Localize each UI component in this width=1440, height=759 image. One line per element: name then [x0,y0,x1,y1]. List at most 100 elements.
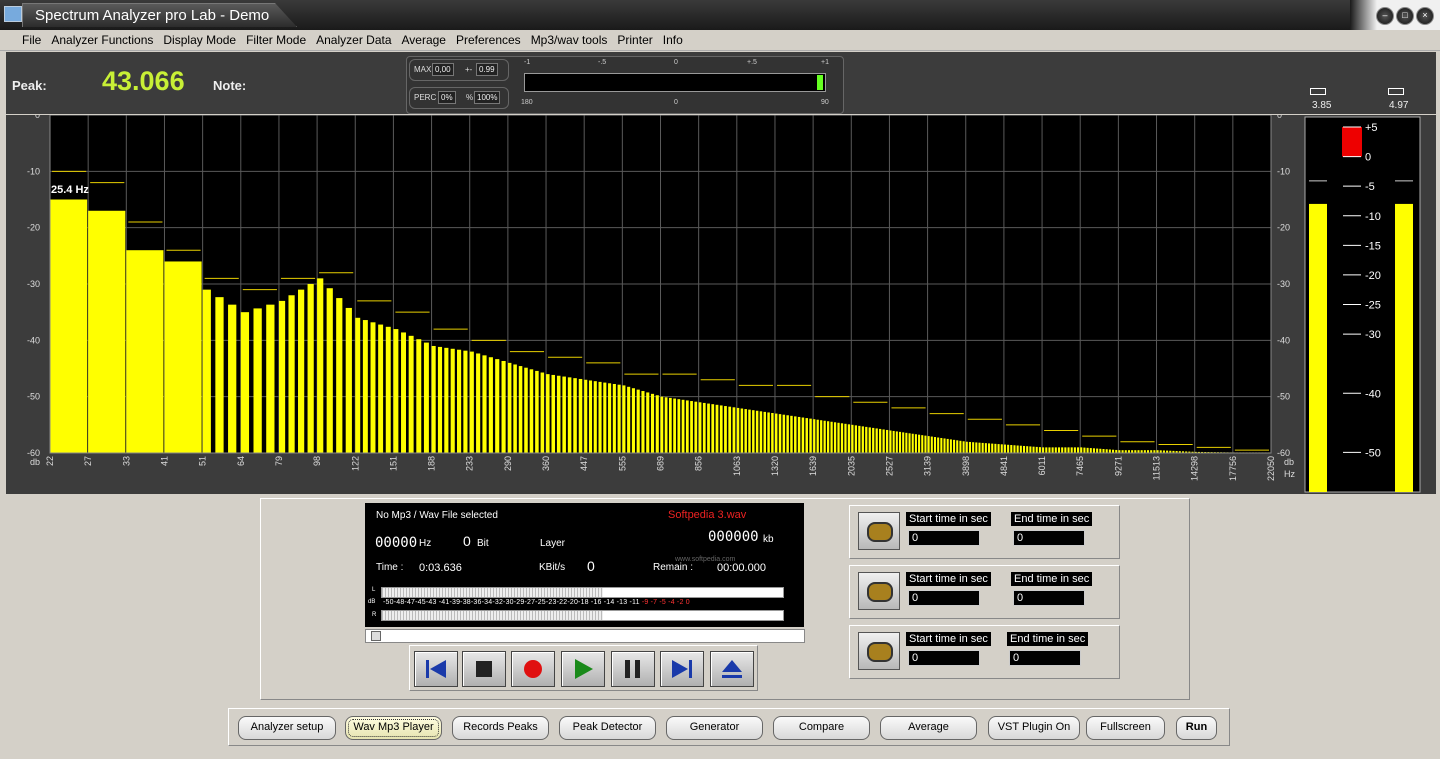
spectrum-bar [495,359,500,453]
spectrum-bar [450,348,455,453]
average-button[interactable]: Average [880,716,977,740]
stop-button[interactable] [462,651,506,687]
perc-unit: % [466,93,474,102]
app-icon[interactable] [4,6,22,22]
menu-average[interactable]: Average [397,30,451,50]
menu-file[interactable]: File [17,30,46,50]
next-button[interactable] [660,651,704,687]
vu-scale-label: -50 [1365,447,1381,459]
menu-filter-mode[interactable]: Filter Mode [241,30,311,50]
spectrum-bar [965,441,968,453]
title-bar: Spectrum Analyzer pro Lab - Demo – □ × [0,0,1440,30]
eject-button[interactable] [710,651,754,687]
y-tick-label-right: -30 [1277,279,1290,289]
spectrum-bar [535,370,539,453]
spectrum-bar [1016,445,1019,453]
wav-mp3-player-button[interactable]: Wav Mp3 Player [345,716,442,740]
vst-plugin-button[interactable]: VST Plugin On [988,716,1080,740]
spectrum-bar [393,329,399,453]
menu-mp3-wav-tools[interactable]: Mp3/wav tools [526,30,613,50]
spectrum-bar [956,440,959,453]
perc-value[interactable]: 0% [438,91,456,104]
run-button[interactable]: Run [1176,716,1217,740]
x-tick-label: 22050 [1266,456,1276,481]
spectrum-bar [385,326,391,453]
play-button[interactable] [561,651,605,687]
spectrum-bar [921,435,924,453]
loop-button[interactable] [858,512,900,550]
x-tick-label: 360 [541,456,551,471]
x-tick-label: 6011 [1037,456,1047,475]
menu-info[interactable]: Info [658,30,688,50]
minimize-icon[interactable]: – [1376,7,1394,25]
hz-value: 00000 [375,535,418,551]
spectrum-bar [1077,447,1080,453]
max-row: MAX 0,00 +- 0.99 [409,59,509,81]
spectrum-bar [556,375,561,453]
start-time-input[interactable]: 0 [908,590,980,606]
perc-value-max[interactable]: 100% [474,91,501,104]
spectrum-bar [774,413,778,453]
spectrum-bar [1051,447,1054,453]
spectrum-bar [50,199,88,453]
maximize-icon[interactable]: □ [1396,7,1414,25]
y-tick-label: -40 [27,335,40,345]
spectrum-bar [336,298,343,453]
spectrum-bar [959,440,962,453]
spectrum-bar [655,395,659,453]
spectrum-bar [463,350,468,453]
pause-button[interactable] [611,651,655,687]
spectrum-bar [882,429,885,453]
spectrum-bar [660,396,664,453]
close-icon[interactable]: × [1416,7,1434,25]
spectrum-bar [588,380,593,453]
vu-overload-zone [1342,127,1362,157]
spectrum-bar [885,429,889,453]
previous-button[interactable] [414,651,458,687]
db-scale-normal: -50-48-47-45-43 -41-39-38-36-34-32-30-29… [383,599,640,606]
y-tick-label: -20 [27,223,40,233]
spectrum-bar [1042,447,1045,453]
plus-minus-value[interactable]: 0.99 [476,63,498,76]
fullscreen-button[interactable]: Fullscreen [1086,716,1165,740]
menu-preferences[interactable]: Preferences [451,30,526,50]
loop-button[interactable] [858,572,900,610]
seek-slider[interactable] [365,629,805,643]
spectrum-bar [740,408,744,453]
end-time-input[interactable]: 0 [1013,590,1085,606]
menu-analyzer-data[interactable]: Analyzer Data [311,30,396,50]
y-unit-label-right: db [1284,457,1294,467]
loop-button[interactable] [858,632,900,670]
spectrum-bar [767,412,770,453]
generator-button[interactable]: Generator [666,716,763,740]
vu-scale-label: -5 [1365,181,1375,193]
spectrum-bar [378,324,384,453]
start-time-label: Start time in sec [906,572,991,586]
records-peaks-button[interactable]: Records Peaks [452,716,549,740]
spectrum-bar [469,351,474,453]
record-button[interactable] [511,651,555,687]
menu-printer[interactable]: Printer [612,30,657,50]
end-time-input[interactable]: 0 [1009,650,1081,666]
peak-detector-button[interactable]: Peak Detector [559,716,656,740]
phase-scale-tick: 0 [674,59,678,66]
loop-group: Start time in sec End time in sec 0 0 [849,505,1120,559]
spectrum-bar [794,416,797,453]
compare-button[interactable]: Compare [773,716,870,740]
spectrum-bar [1026,446,1029,453]
max-value[interactable]: 0,00 [432,63,454,76]
spectrum-bar [978,442,981,453]
skip-back-icon [426,660,446,678]
end-time-input[interactable]: 0 [1013,530,1085,546]
analyzer-setup-button[interactable]: Analyzer setup [238,716,336,740]
x-tick-label: 4841 [999,456,1009,476]
phase-scale-tick: -1 [524,59,531,66]
file-name: Softpedia 3.wav [668,509,747,521]
menu-analyzer-functions[interactable]: Analyzer Functions [46,30,158,50]
start-time-input[interactable]: 0 [908,530,980,546]
menu-display-mode[interactable]: Display Mode [158,30,241,50]
spectrum-bar [711,404,715,453]
seek-thumb[interactable] [371,631,381,641]
start-time-input[interactable]: 0 [908,650,980,666]
spectrum-bar [698,402,702,453]
